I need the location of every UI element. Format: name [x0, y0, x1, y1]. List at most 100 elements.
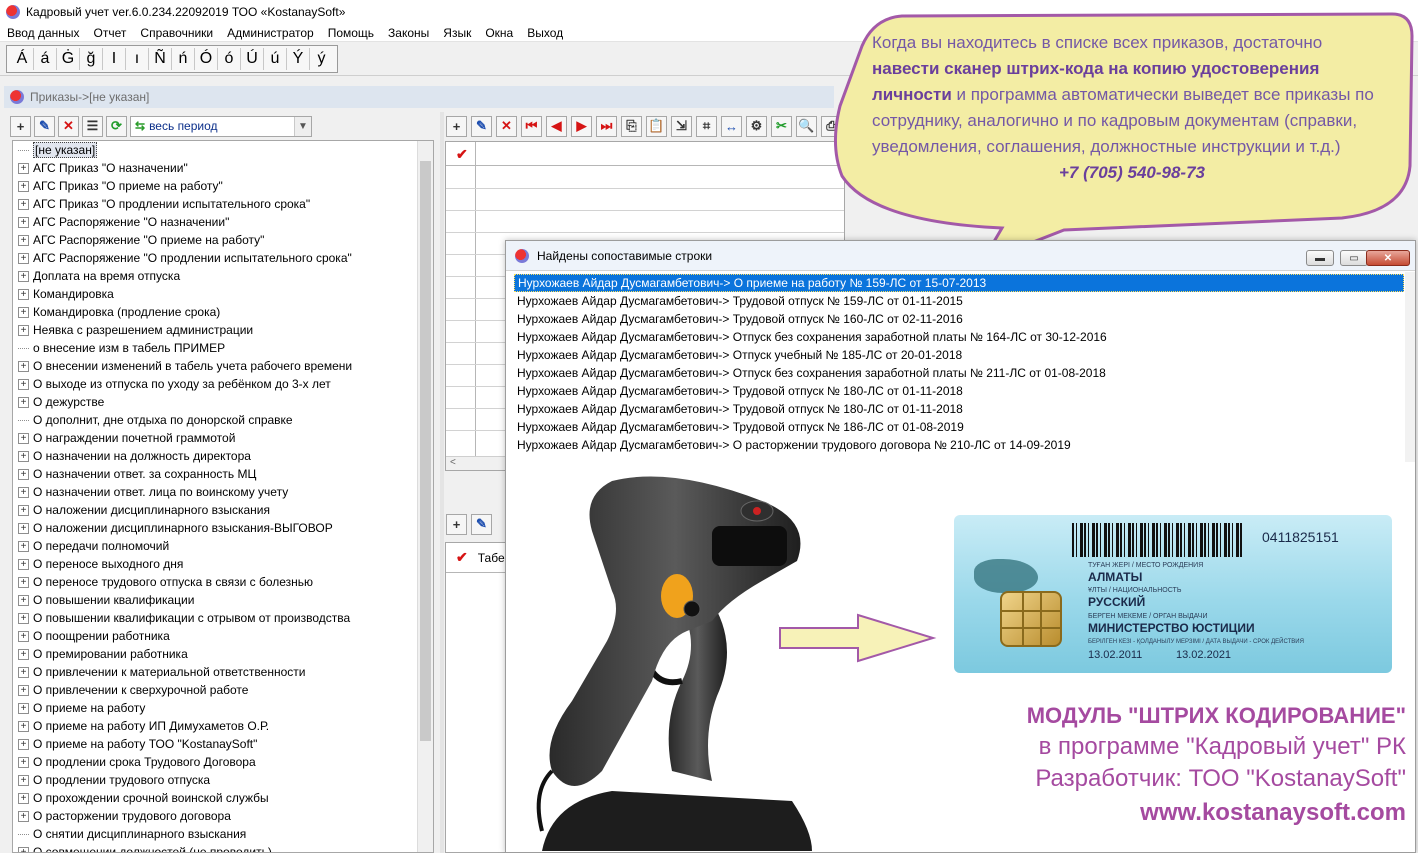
expand-icon[interactable]: + — [18, 234, 29, 246]
tree-item[interactable]: + Командировка — [13, 285, 433, 303]
letter-button[interactable]: ú — [264, 48, 287, 70]
expand-icon[interactable]: + — [18, 252, 29, 264]
menu-item-laws[interactable]: Законы — [381, 26, 436, 40]
tree-item[interactable]: + О наложении дисциплинарного взыскания-В… — [13, 519, 433, 537]
expand-icon[interactable]: + — [18, 558, 29, 570]
tree-item[interactable]: + АГС Распоряжение "О назначении" — [13, 213, 433, 231]
letter-button[interactable]: á — [34, 48, 57, 70]
tree-item[interactable]: + О продлении трудового отпуска — [13, 771, 433, 789]
scroll-left-icon[interactable]: < — [450, 457, 456, 468]
add-icon[interactable]: + — [446, 513, 467, 535]
tree-scrollbar[interactable] — [417, 141, 433, 852]
menu-item-report[interactable]: Отчет — [87, 26, 134, 40]
paste-icon[interactable]: 📋 — [646, 115, 667, 137]
tree-item[interactable]: + О назначении ответ. лица по воинскому у… — [13, 483, 433, 501]
expand-icon[interactable]: + — [18, 504, 29, 516]
expand-icon[interactable]: + — [18, 810, 29, 822]
expand-icon[interactable]: + — [18, 684, 29, 696]
expand-icon[interactable]: + — [18, 756, 29, 768]
expand-icon[interactable]: + — [18, 288, 29, 300]
letter-button[interactable]: ı — [126, 48, 149, 70]
letter-button[interactable]: Á — [11, 48, 34, 70]
preview-icon[interactable]: 🔍 — [796, 115, 817, 137]
expand-icon[interactable]: + — [18, 396, 29, 408]
expand-icon[interactable]: + — [18, 162, 29, 174]
website-link[interactable]: www.kostanaysoft.com — [926, 799, 1406, 827]
first-record-icon[interactable]: ⏮ — [521, 115, 542, 137]
chevron-down-icon[interactable]: ▼ — [294, 116, 311, 136]
expand-icon[interactable]: + — [18, 540, 29, 552]
match-row[interactable]: Нурхожаев Айдар Дусмагамбетович-> Отпуск… — [514, 364, 1404, 382]
expand-icon[interactable]: + — [18, 666, 29, 678]
letter-button[interactable]: ń — [172, 48, 195, 70]
scrollbar-thumb[interactable] — [420, 161, 431, 741]
tree-item[interactable]: + О привлечении к сверхурочной работе — [13, 681, 433, 699]
letter-button[interactable]: Ú — [241, 48, 264, 70]
tree-item[interactable]: + О совмещении должностей (не проводить) — [13, 843, 433, 852]
match-row[interactable]: Нурхожаев Айдар Дусмагамбетович-> Трудов… — [514, 400, 1404, 418]
letter-button[interactable]: ğ — [80, 48, 103, 70]
expand-icon[interactable]: + — [18, 378, 29, 390]
tree-item[interactable]: + О выходе из отпуска по уходу за ребёнко… — [13, 375, 433, 393]
match-row[interactable]: Нурхожаев Айдар Дусмагамбетович-> Отпуск… — [514, 328, 1404, 346]
expand-icon[interactable]: + — [18, 432, 29, 444]
expand-icon[interactable]: + — [18, 216, 29, 228]
width-icon[interactable]: ↔ — [721, 115, 742, 137]
next-record-icon[interactable]: ▶ — [571, 115, 592, 137]
match-row[interactable]: Нурхожаев Айдар Дусмагамбетович-> О раст… — [514, 436, 1404, 454]
tree-item[interactable]: + О расторжении трудового договора — [13, 807, 433, 825]
match-row[interactable]: Нурхожаев Айдар Дусмагамбетович-> Трудов… — [514, 292, 1404, 310]
expand-icon[interactable]: + — [18, 360, 29, 372]
expand-icon[interactable]: + — [18, 774, 29, 786]
copy-icon[interactable]: ⎘ — [621, 115, 642, 137]
tree-item[interactable]: + Неявка с разрешением администрации — [13, 321, 433, 339]
tree-item[interactable]: + О поощрении работника — [13, 627, 433, 645]
tree-item[interactable]: + О приеме на работу ИП Димухаметов О.Р. — [13, 717, 433, 735]
tree-item[interactable]: + О переносе трудового отпуска в связи с … — [13, 573, 433, 591]
add-icon[interactable]: + — [10, 115, 31, 137]
tree-item[interactable]: + О приеме на работу ТОО "KostanaySoft" — [13, 735, 433, 753]
menu-item-input[interactable]: Ввод данных — [0, 26, 87, 40]
matches-scrollbar[interactable] — [1405, 272, 1415, 462]
menu-item-directories[interactable]: Справочники — [133, 26, 220, 40]
letter-button[interactable]: Ý — [287, 48, 310, 70]
tree-item[interactable]: О снятии дисциплинарного взыскания — [13, 825, 433, 843]
tree-item[interactable]: + АГС Распоряжение "О продлении испытател… — [13, 249, 433, 267]
tree-item[interactable]: + О переносе выходного дня — [13, 555, 433, 573]
expand-icon[interactable]: + — [18, 198, 29, 210]
expand-icon[interactable]: + — [18, 648, 29, 660]
tree-item[interactable]: + АГС Распоряжение "О приеме на работу" — [13, 231, 433, 249]
maximize-button[interactable]: ▭ — [1340, 250, 1368, 266]
edit-icon[interactable]: ✎ — [34, 115, 55, 137]
letter-button[interactable]: I — [103, 48, 126, 70]
refresh-icon[interactable]: ⟳ — [106, 115, 127, 137]
tree-item[interactable]: + О продлении срока Трудового Договора — [13, 753, 433, 771]
match-row[interactable]: Нурхожаев Айдар Дусмагамбетович-> Трудов… — [514, 310, 1404, 328]
tree-item[interactable]: [не указан] — [13, 141, 433, 159]
tree-item[interactable]: + О внесении изменений в табель учета раб… — [13, 357, 433, 375]
settings-icon[interactable]: ⚙ — [746, 115, 767, 137]
menu-item-help[interactable]: Помощь — [321, 26, 381, 40]
tree-item[interactable]: + О приеме на работу — [13, 699, 433, 717]
menu-item-language[interactable]: Язык — [436, 26, 478, 40]
prev-record-icon[interactable]: ◀ — [546, 115, 567, 137]
expand-icon[interactable]: + — [18, 468, 29, 480]
expand-icon[interactable]: + — [18, 450, 29, 462]
letter-button[interactable]: ý — [310, 48, 333, 70]
list-icon[interactable]: ☰ — [82, 115, 103, 137]
attach-icon[interactable]: ⌗ — [696, 115, 717, 137]
period-select[interactable]: ⇆ весь период ▼ — [130, 115, 312, 137]
tree-item[interactable]: + О назначении на должность директора — [13, 447, 433, 465]
tree-item[interactable]: + О повышении квалификации — [13, 591, 433, 609]
tree-item[interactable]: + О прохождении срочной воинской службы — [13, 789, 433, 807]
menu-item-admin[interactable]: Администратор — [220, 26, 321, 40]
menu-item-windows[interactable]: Окна — [478, 26, 520, 40]
expand-icon[interactable]: + — [18, 576, 29, 588]
delete-icon[interactable]: ✕ — [496, 115, 517, 137]
expand-icon[interactable]: + — [18, 522, 29, 534]
tree-item[interactable]: + О наложении дисциплинарного взыскания — [13, 501, 433, 519]
expand-icon[interactable]: + — [18, 486, 29, 498]
match-row[interactable]: Нурхожаев Айдар Дусмагамбетович-> Трудов… — [514, 382, 1404, 400]
tree-item[interactable]: + АГС Приказ "О приеме на работу" — [13, 177, 433, 195]
tree-item[interactable]: + О премировании работника — [13, 645, 433, 663]
